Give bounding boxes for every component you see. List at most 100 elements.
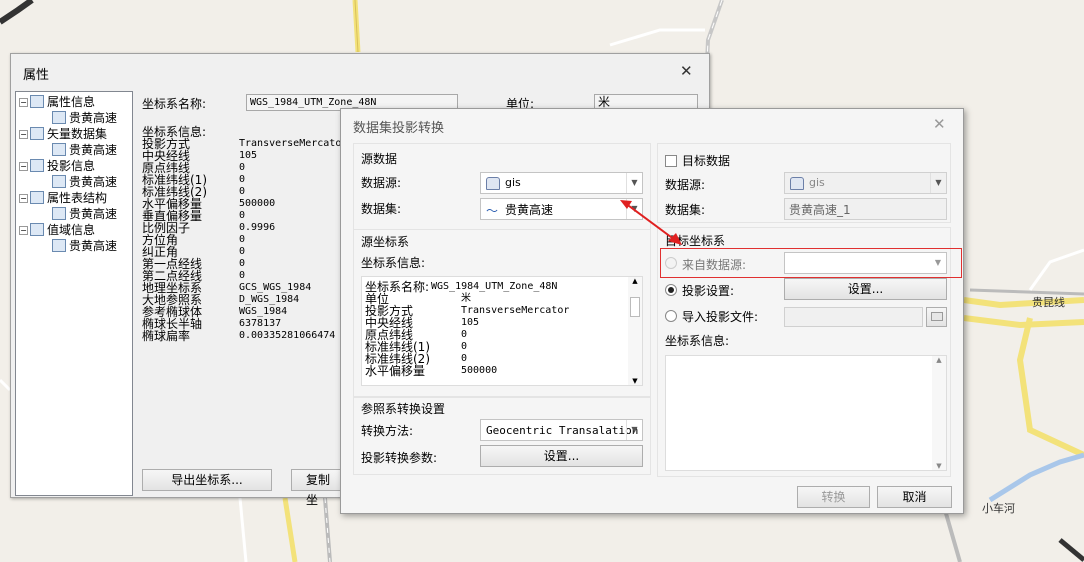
chevron-down-icon[interactable]: ▼	[626, 173, 642, 193]
close-icon[interactable]: ✕	[680, 62, 693, 80]
crs-info-value: 0.00335281066474	[239, 330, 336, 341]
browse-folder-button[interactable]	[926, 307, 947, 327]
transform-method-select[interactable]: Geocentric Transalation ▼	[480, 419, 643, 441]
globe-icon	[30, 159, 44, 172]
import-projection-file-radio[interactable]	[665, 310, 677, 322]
group-title: 源坐标系	[361, 235, 410, 249]
collapse-icon[interactable]: −	[19, 98, 28, 107]
chart-icon	[52, 143, 66, 156]
crs-info-value: 0	[239, 186, 246, 197]
target-datasource-select[interactable]: gis ▼	[784, 172, 947, 194]
tree-item-label: 属性信息	[47, 95, 96, 109]
import-projection-file-label[interactable]: 导入投影文件:	[682, 308, 758, 325]
tree-item-table-structure[interactable]: − 属性表结构	[19, 190, 107, 206]
tree-item-label: 矢量数据集	[47, 127, 108, 141]
map-label-railway: 贵昆线	[1032, 296, 1065, 309]
crs-info-value: 0	[239, 234, 246, 245]
projection-settings-label[interactable]: 投影设置:	[682, 282, 734, 299]
chevron-down-icon[interactable]: ▼	[626, 420, 642, 440]
collapse-icon[interactable]: −	[19, 226, 28, 235]
reference-transform-group: 参照系转换设置 转换方法: Geocentric Transalation ▼ …	[353, 397, 651, 475]
globe-icon	[52, 175, 66, 188]
folder-icon	[930, 312, 943, 321]
target-data-checkbox-label[interactable]: 目标数据	[682, 152, 730, 169]
scroll-down-icon[interactable]: ▼	[628, 377, 642, 385]
tree-child-item[interactable]: 贵黄高速	[52, 206, 117, 222]
source-crs-value: 0	[461, 341, 468, 352]
cancel-button[interactable]: 取消	[877, 486, 952, 508]
chevron-down-icon[interactable]: ▼	[930, 173, 946, 193]
source-datasource-select[interactable]: gis ▼	[480, 172, 643, 194]
chevron-down-icon[interactable]: ▼	[930, 253, 946, 273]
from-datasource-radio[interactable]	[665, 257, 677, 269]
scrollbar[interactable]: ▲ ▼	[932, 356, 946, 470]
group-title: 源数据	[361, 152, 398, 166]
crs-info-value: 500000	[239, 198, 276, 209]
from-datasource-label[interactable]: 来自数据源:	[682, 256, 746, 273]
scrollbar[interactable]: ▲ ▼	[628, 277, 642, 385]
source-crs-row: 水平偏移量 500000	[365, 365, 625, 377]
tree-item-label: 贵黄高速	[69, 143, 118, 157]
collapse-icon[interactable]: −	[19, 162, 28, 171]
chart-icon	[30, 127, 44, 140]
export-crs-button[interactable]: 导出坐标系...	[142, 469, 272, 491]
table-icon	[30, 95, 44, 108]
tree-item-projection-info[interactable]: − 投影信息	[19, 158, 95, 174]
target-dataset-field[interactable]: 贵黄高速_1	[784, 198, 947, 220]
source-crs-value: WGS_1984_UTM_Zone_48N	[431, 281, 558, 292]
projection-file-path-field[interactable]	[784, 307, 923, 327]
map-label-river: 小车河	[982, 502, 1015, 515]
tree-item-vector-dataset[interactable]: − 矢量数据集	[19, 126, 107, 142]
tree-item-label: 属性表结构	[47, 191, 108, 205]
projection-settings-radio[interactable]	[665, 284, 677, 296]
window-title: 属性	[23, 68, 50, 83]
tree-child-item[interactable]: 贵黄高速	[52, 110, 117, 126]
tree-item-label: 贵黄高速	[69, 111, 118, 125]
tree-child-item[interactable]: 贵黄高速	[52, 238, 117, 254]
crs-info-value: WGS_1984	[239, 306, 288, 317]
from-datasource-select[interactable]: ▼	[784, 252, 947, 274]
crs-info-value: 0	[239, 258, 246, 269]
collapse-icon[interactable]: −	[19, 130, 28, 139]
crs-info-value: D_WGS_1984	[239, 294, 300, 305]
transform-method-label: 转换方法:	[361, 424, 414, 438]
group-title: 参照系转换设置	[361, 402, 446, 416]
source-dataset-select[interactable]: 〜 贵黄高速 ▼	[480, 198, 643, 220]
projection-settings-button[interactable]: 设置...	[784, 278, 947, 300]
crs-info-value: GCS_WGS_1984	[239, 282, 312, 293]
scroll-up-icon[interactable]: ▲	[628, 277, 642, 285]
crs-info-box: 投影方式 TransverseMercato 中央经线 105 原点纬线 0 标准纬线(1)…	[142, 138, 342, 458]
close-icon[interactable]: ✕	[933, 115, 946, 133]
copy-crs-button[interactable]: 复制坐	[291, 469, 341, 507]
tree-item-label: 贵黄高速	[69, 207, 118, 221]
tree-item-domain-info[interactable]: − 值域信息	[19, 222, 95, 238]
source-crs-key: 水平偏移量	[365, 364, 426, 378]
tree-child-item[interactable]: 贵黄高速	[52, 174, 117, 190]
source-crs-value: 500000	[461, 365, 498, 376]
crs-info-value: 0	[239, 162, 246, 173]
scroll-up-icon[interactable]: ▲	[932, 356, 946, 364]
tree-child-item[interactable]: 贵黄高速	[52, 142, 117, 158]
convert-button[interactable]: 转换	[797, 486, 870, 508]
crs-info-value: 0	[239, 174, 246, 185]
crs-info-value: 105	[239, 150, 258, 161]
dialog-title: 数据集投影转换	[353, 121, 445, 136]
scroll-thumb[interactable]	[630, 297, 640, 317]
tree-item-attribute-info[interactable]: − 属性信息	[19, 94, 95, 110]
table-icon	[52, 111, 66, 124]
collapse-icon[interactable]: −	[19, 194, 28, 203]
crs-info-key: 椭球扁率	[142, 329, 191, 343]
crs-info-value: 0	[239, 246, 246, 257]
crs-info-value: 0	[239, 270, 246, 281]
select-value: gis	[809, 176, 825, 189]
datasource-label: 数据源:	[665, 178, 706, 192]
source-crs-value: 105	[461, 317, 480, 328]
table-icon	[52, 239, 66, 252]
database-icon	[790, 177, 804, 190]
projection-params-settings-button[interactable]: 设置...	[480, 445, 643, 467]
target-data-checkbox[interactable]	[665, 155, 677, 167]
scroll-down-icon[interactable]: ▼	[932, 462, 946, 470]
crs-info-value: 0.9996	[239, 222, 276, 233]
crs-info-label: 坐标系信息:	[665, 334, 730, 348]
tree-item-label: 投影信息	[47, 159, 96, 173]
